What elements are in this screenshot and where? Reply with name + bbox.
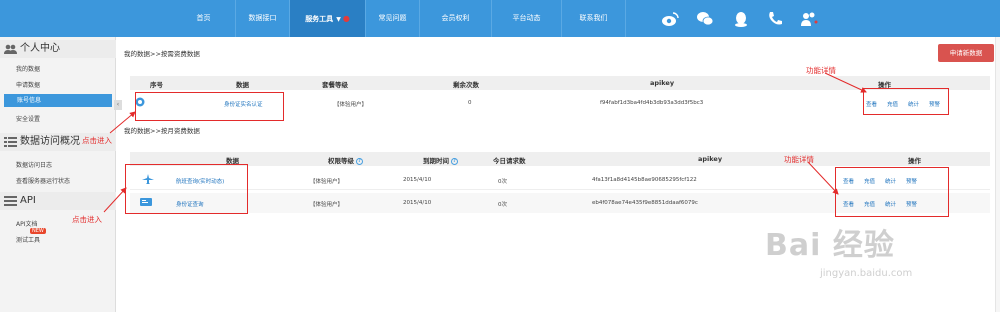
sidebar-section-label: API xyxy=(20,195,36,206)
users-icon[interactable] xyxy=(800,10,818,28)
sidebar-section-label: 个人中心 xyxy=(20,43,60,54)
apply-new-data-button[interactable]: 申请新数据 xyxy=(938,44,994,62)
col-header-remaining: 剩余次数 xyxy=(453,81,479,89)
table-header-on-demand: 序号 数据 套餐等级 剩余次数 apikey 操作 xyxy=(130,76,990,90)
nav-home[interactable]: 首页 xyxy=(172,0,236,37)
new-badge: NEW xyxy=(30,228,46,234)
cell-remaining: 0 xyxy=(468,100,472,106)
annotation-box-ops-2 xyxy=(835,167,949,217)
sidebar-section-personal-center[interactable]: 个人中心 xyxy=(0,40,116,58)
sidebar-collapse-handle[interactable]: ‹ xyxy=(114,100,122,110)
sidebar: 个人中心 我的数据 申请数据 账号信息 安全设置 数据访问概况 数据访问日志 查… xyxy=(0,37,116,312)
sidebar-item-my-data[interactable]: 我的数据 xyxy=(16,64,40,73)
qq-icon[interactable] xyxy=(732,10,750,28)
scrollbar[interactable] xyxy=(995,37,1000,312)
annotation-feature-detail: 功能详情 xyxy=(784,155,814,164)
nav-service-tools-label: 服务工具 xyxy=(305,15,334,23)
cell-level: 【体验用户】 xyxy=(334,102,368,108)
help-icon[interactable]: ? xyxy=(356,157,363,165)
annotation-click-enter: 点击进入 xyxy=(82,136,112,145)
cell-today-requests: 0次 xyxy=(498,202,507,208)
annotation-box-ops-1 xyxy=(863,88,949,115)
cell-expiry: 2015/4/10 xyxy=(403,177,432,183)
nav-service-tools[interactable]: 服务工具 ▼ ● xyxy=(290,0,366,37)
col-header-expiry-label: 到期时间 xyxy=(423,157,449,165)
cell-today-requests: 0次 xyxy=(498,179,507,185)
annotation-box-data-1 xyxy=(135,92,284,121)
sidebar-item-test-tools[interactable]: 测试工具 xyxy=(16,235,40,244)
list-icon xyxy=(4,137,17,147)
col-header-apikey: apikey xyxy=(650,79,675,87)
weibo-icon[interactable] xyxy=(661,10,679,28)
sidebar-section-api[interactable]: API xyxy=(0,192,116,210)
breadcrumb-on-demand: 我的数据>>按需资费数据 xyxy=(124,50,200,58)
cell-apikey: f94fabf1d3ba4fd4b3db93a3dd3f5bc3 xyxy=(600,100,704,106)
cell-apikey: 4fa13f1a8d4145b8ae90685295fcf122 xyxy=(592,177,697,183)
cell-apikey: eb4f078ae74e435f9e8851ddaaf6079c xyxy=(592,200,698,206)
annotation-click-enter: 点击进入 xyxy=(72,215,102,224)
nav-contact-us[interactable]: 联系我们 xyxy=(562,0,626,37)
col-header-index: 序号 xyxy=(150,81,163,89)
notification-dot-icon: ● xyxy=(342,14,350,23)
baidu-watermark: Bai 经验 xyxy=(765,228,895,263)
breadcrumb-monthly: 我的数据>>按月资费数据 xyxy=(124,127,200,135)
annotation-feature-detail: 功能详情 xyxy=(806,66,836,75)
cell-level: 【体验用户】 xyxy=(310,202,344,208)
sidebar-item-server-status[interactable]: 查看服务器运行状态 xyxy=(16,176,70,185)
col-header-permission: 权限等级? xyxy=(328,155,363,165)
annotation-box-data-2 xyxy=(125,164,248,214)
col-header-actions: 操作 xyxy=(908,157,921,165)
sidebar-item-access-log[interactable]: 数据访问日志 xyxy=(16,160,52,169)
help-icon[interactable]: ? xyxy=(451,157,458,165)
nav-data-api[interactable]: 数据接口 xyxy=(236,0,290,37)
col-header-expiry: 到期时间? xyxy=(423,155,458,165)
col-header-package-level: 套餐等级 xyxy=(322,81,348,89)
nav-faq[interactable]: 常见问题 xyxy=(366,0,420,37)
sidebar-item-apply-data[interactable]: 申请数据 xyxy=(16,80,40,89)
sidebar-item-api-docs[interactable]: API文档 xyxy=(16,219,38,228)
chevron-down-icon: ▼ xyxy=(336,16,341,23)
top-nav-bar: 首页 数据接口 服务工具 ▼ ● 常见问题 会员权利 平台动态 联系我们 xyxy=(0,0,1000,37)
wechat-icon[interactable] xyxy=(696,10,714,28)
phone-icon[interactable] xyxy=(766,10,784,28)
sidebar-section-label: 数据访问概况 xyxy=(20,136,80,147)
col-header-permission-label: 权限等级 xyxy=(328,157,354,165)
sidebar-item-security-settings[interactable]: 安全设置 xyxy=(16,114,40,123)
col-header-today-requests: 今日请求数 xyxy=(493,157,526,165)
baidu-watermark-url: jingyan.baidu.com xyxy=(820,268,913,279)
nav-member-rights[interactable]: 会员权利 xyxy=(420,0,492,37)
cell-level: 【体验用户】 xyxy=(310,179,344,185)
sidebar-item-account-info[interactable]: 账号信息 xyxy=(4,94,112,107)
col-header-apikey: apikey xyxy=(698,155,723,163)
table-header-monthly: 数据 权限等级? 到期时间? 今日请求数 apikey 操作 xyxy=(130,152,990,166)
col-header-data: 数据 xyxy=(236,81,249,89)
users-group-icon xyxy=(4,44,17,54)
cell-expiry: 2015/4/10 xyxy=(403,200,432,206)
nav-platform-news[interactable]: 平台动态 xyxy=(492,0,562,37)
menu-icon xyxy=(4,196,17,206)
